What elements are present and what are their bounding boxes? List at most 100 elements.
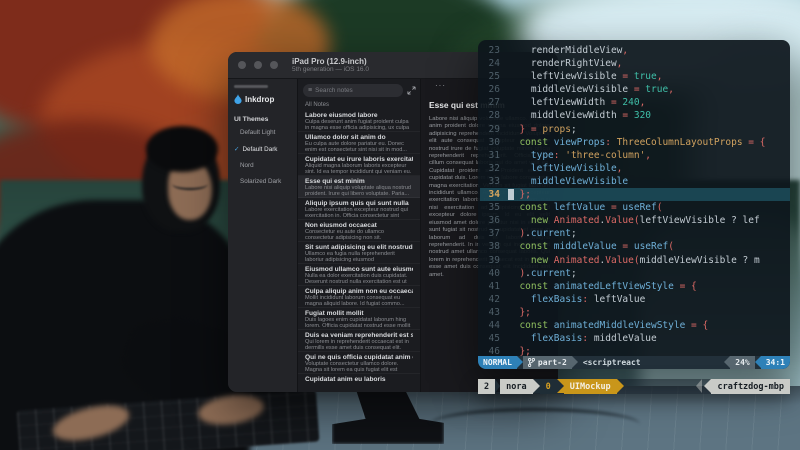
- person-head: [142, 132, 220, 232]
- tmux-session-name[interactable]: nora: [500, 379, 532, 394]
- code-text: ).current;: [508, 267, 577, 280]
- code-text: leftViewVisible,: [508, 162, 622, 175]
- note-list-item[interactable]: Qui ne quis officia cupidatat anim o...V…: [298, 352, 420, 374]
- code-line[interactable]: 44 const animatedMiddleViewStyle = {: [480, 319, 790, 332]
- line-number: 38: [480, 240, 500, 253]
- code-line[interactable]: 33 middleViewVisible: [480, 175, 790, 188]
- tmux-window-name[interactable]: UIMockup: [564, 379, 617, 394]
- code-editor-overlay: 23 renderMiddleView,24 renderRightView,2…: [478, 40, 790, 369]
- note-list-item[interactable]: Labore eiusmod laboreCulpa deserunt anim…: [298, 110, 420, 132]
- minimize-window-button[interactable]: [254, 61, 262, 69]
- line-number: 41: [480, 280, 500, 293]
- code-line[interactable]: 24 renderRightView,: [480, 57, 790, 70]
- code-line[interactable]: 45 flexBasis: middleValue: [480, 332, 790, 345]
- sidebar-item-nord[interactable]: Nord: [240, 162, 297, 169]
- code-line[interactable]: 43 };: [480, 306, 790, 319]
- note-item-snippet: Qui lorem in reprehenderit occaecat est …: [305, 339, 413, 352]
- git-branch-label: part-2: [538, 358, 567, 367]
- code-text: const middleValue = useRef(: [508, 240, 674, 253]
- app-sidebar: Inkdrop UI Themes Default Light ✓Default …: [228, 79, 298, 392]
- code-line[interactable]: 39 new Animated.Value(middleViewVisible …: [480, 254, 790, 267]
- note-list-item[interactable]: Eiusmod ullamco sunt aute eiusmo...Nulla…: [298, 264, 420, 286]
- note-item-title: Cupidatat anim eu laboris: [305, 376, 413, 383]
- note-list-item[interactable]: Cupidatat anim eu laboris: [298, 374, 420, 392]
- code-area[interactable]: 23 renderMiddleView,24 renderRightView,2…: [478, 40, 790, 356]
- code-line[interactable]: 32 leftViewVisible,: [480, 162, 790, 175]
- sidebar-section-ui-themes: UI Themes: [234, 116, 297, 123]
- cursor-position-segment: 34:1: [761, 356, 790, 369]
- code-text: const animatedMiddleViewStyle = {: [508, 319, 708, 332]
- code-line[interactable]: 23 renderMiddleView,: [480, 44, 790, 57]
- person-glasses: [172, 178, 208, 190]
- code-line[interactable]: 36 new Animated.Value(leftViewVisible ? …: [480, 214, 790, 227]
- note-list-item[interactable]: Cupidatat eu irure laboris exercitati...…: [298, 154, 420, 176]
- code-line[interactable]: 26 middleViewVisible = true,: [480, 83, 790, 96]
- note-list-item[interactable]: Fugiat mollit mollitDuis lagoes enim cup…: [298, 308, 420, 330]
- line-number: 26: [480, 83, 500, 96]
- notes-list[interactable]: Labore eiusmod laboreCulpa deserunt anim…: [298, 110, 420, 392]
- note-list-item[interactable]: Aliquip ipsum quis qui sunt nullaLabore …: [298, 198, 420, 220]
- code-line[interactable]: 42 flexBasis: leftValue: [480, 293, 790, 306]
- code-text: ).current;: [508, 227, 577, 240]
- note-item-snippet: Nulla ea dolor exercitation duis cupidat…: [305, 273, 413, 286]
- code-text: } = props;: [508, 123, 577, 136]
- code-text: type: 'three-column',: [508, 149, 651, 162]
- note-item-title: Sit sunt adipisicing eu elit nostrud: [305, 244, 413, 251]
- line-number: 39: [480, 254, 500, 267]
- note-list-item[interactable]: Sit sunt adipisicing eu elit nostrudUlla…: [298, 242, 420, 264]
- person-body: [0, 200, 250, 450]
- expand-icon[interactable]: [407, 86, 416, 95]
- note-list-item[interactable]: Ullamco dolor sit anim doEu culpa aute d…: [298, 132, 420, 154]
- line-number: 33: [480, 175, 500, 188]
- code-line-active[interactable]: 34 };: [480, 188, 790, 201]
- code-text: flexBasis: leftValue: [508, 293, 645, 306]
- code-line[interactable]: 35 const leftValue = useRef(: [480, 201, 790, 214]
- sidebar-item-default-light[interactable]: Default Light: [240, 129, 297, 136]
- ipad-statusbar-text: [234, 85, 268, 88]
- code-line[interactable]: 46 };: [480, 345, 790, 356]
- note-item-title: Qui ne quis officia cupidatat anim o...: [305, 354, 413, 361]
- cable: [430, 408, 640, 441]
- code-line[interactable]: 41 const animatedLeftViewStyle = {: [480, 280, 790, 293]
- note-list-item[interactable]: Esse qui est minimLabore nisi aliquip vo…: [298, 176, 420, 198]
- note-item-title: Aliquip ipsum quis qui sunt nulla: [305, 200, 413, 207]
- tmux-hostname: craftzdog-mbp: [711, 379, 790, 394]
- close-window-button[interactable]: [238, 61, 246, 69]
- powerline-separator: [533, 379, 540, 393]
- zoom-window-button[interactable]: [270, 61, 278, 69]
- person-left-hand: [50, 399, 133, 447]
- code-text: middleViewWidth = 320: [508, 109, 651, 122]
- search-input[interactable]: ≡ Search notes: [303, 84, 403, 97]
- code-text: renderMiddleView,: [508, 44, 628, 57]
- note-item-title: Labore eiusmod labore: [305, 112, 413, 119]
- tmux-statusbar: 2 nora 0 UIMockup craftzdog-mbp: [478, 379, 790, 394]
- sidebar-item-solarized-dark[interactable]: Solarized Dark: [240, 178, 297, 185]
- sidebar-item-default-dark[interactable]: ✓Default Dark: [234, 145, 297, 153]
- code-line[interactable]: 38 const middleValue = useRef(: [480, 240, 790, 253]
- note-list-item[interactable]: Non eiusmod occaecatConsectetur eu aute …: [298, 220, 420, 242]
- note-list-item[interactable]: Culpa aliquip anim non eu occaecat...Mol…: [298, 286, 420, 308]
- code-line[interactable]: 29 } = props;: [480, 123, 790, 136]
- line-number: 45: [480, 332, 500, 345]
- note-item-snippet: Duis lagoes enim cupidatat laborum hing …: [305, 317, 413, 330]
- photo-autumn-foliage: [0, 120, 200, 240]
- note-item-snippet: Labore nisi aliquip voluptate aliqua nos…: [305, 185, 413, 197]
- code-line[interactable]: 25 leftViewVisible = true,: [480, 70, 790, 83]
- code-line[interactable]: 27 leftViewWidth = 240,: [480, 96, 790, 109]
- line-number: 24: [480, 57, 500, 70]
- code-text: };: [508, 345, 531, 356]
- code-line[interactable]: 30 const viewProps: ThreeColumnLayoutPro…: [480, 136, 790, 149]
- note-list-item[interactable]: Duis ea veniam reprehenderit est si...Qu…: [298, 330, 420, 352]
- notes-list-header: All Notes: [298, 99, 420, 110]
- code-line[interactable]: 37 ).current;: [480, 227, 790, 240]
- app-brand[interactable]: Inkdrop: [234, 94, 297, 104]
- note-item-title: Non eiusmod occaecat: [305, 222, 413, 229]
- line-number: 35: [480, 201, 500, 214]
- code-line[interactable]: 40 ).current;: [480, 267, 790, 280]
- code-line[interactable]: 31 type: 'three-column',: [480, 149, 790, 162]
- line-number: 28: [480, 109, 500, 122]
- code-text: };: [508, 306, 531, 319]
- code-text: middleViewVisible = true,: [508, 83, 674, 96]
- inkdrop-logo-icon: [234, 94, 242, 104]
- code-line[interactable]: 28 middleViewWidth = 320: [480, 109, 790, 122]
